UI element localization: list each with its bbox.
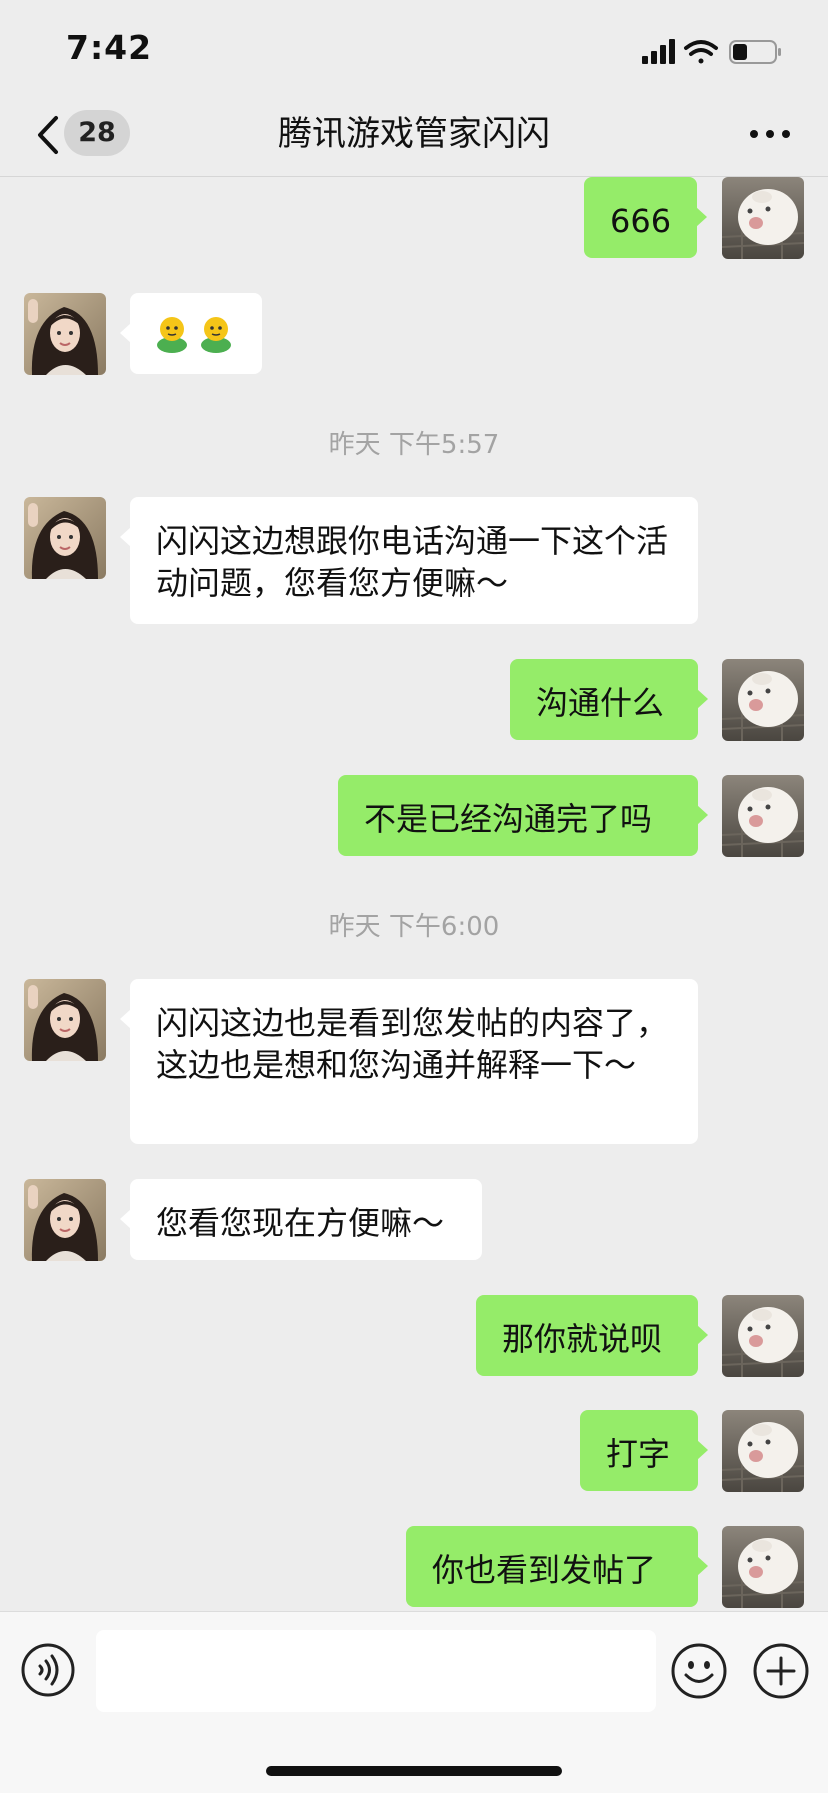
contact-avatar[interactable] (24, 293, 106, 375)
sticker-emoji-icon (156, 316, 232, 353)
message-bubble-incoming[interactable] (120, 293, 262, 374)
signal-icon (642, 39, 675, 64)
message-text: 沟通什么 (536, 684, 665, 722)
more-icon[interactable] (748, 124, 792, 144)
message-text: 打字 (606, 1435, 671, 1473)
self-avatar[interactable] (722, 177, 804, 259)
status-bar: 7:42 (0, 0, 828, 100)
status-icons (642, 39, 781, 64)
self-avatar[interactable] (722, 1526, 804, 1608)
message-text: 那你就说呗 (502, 1320, 663, 1358)
message-timestamp: 昨天 下午6:00 (328, 912, 500, 942)
message-bubble-incoming[interactable]: 闪闪这边想跟你电话沟通一下这个活动问题，您看您方便嘛～ (120, 497, 698, 624)
message-text: 不是已经沟通完了吗 (364, 800, 653, 838)
chat-title: 腾讯游戏管家闪闪 (278, 114, 550, 154)
message-bubble-incoming[interactable]: 闪闪这边也是看到您发帖的内容了，这边也是想和您沟通并解释一下～ (120, 979, 698, 1144)
self-avatar[interactable] (722, 1295, 804, 1377)
message-text: 您看您现在方便嘛～ (156, 1204, 445, 1242)
contact-avatar[interactable] (24, 497, 106, 579)
message-bubble-outgoing[interactable]: 你也看到发帖了 (406, 1526, 708, 1607)
message-bubble-outgoing[interactable]: 沟通什么 (510, 659, 708, 740)
message-bubble-outgoing[interactable]: 666 (584, 177, 707, 258)
message-text: 你也看到发帖了 (432, 1551, 657, 1589)
message-bubble-incoming[interactable]: 您看您现在方便嘛～ (120, 1179, 482, 1260)
home-indicator (266, 1766, 562, 1776)
battery-icon (729, 40, 781, 64)
chat-area[interactable]: 666 昨天 下午5:57 闪闪这边想跟你电话沟通一下这个活动问题，您看您方便嘛… (0, 177, 828, 1611)
message-bubble-outgoing[interactable]: 不是已经沟通完了吗 (338, 775, 708, 856)
self-avatar[interactable] (722, 775, 804, 857)
message-bubble-outgoing[interactable]: 打字 (580, 1410, 708, 1491)
input-bar (0, 1611, 828, 1793)
nav-bar: 28 腾讯游戏管家闪闪 (0, 100, 828, 177)
message-input[interactable] (96, 1630, 656, 1712)
emoji-icon[interactable] (670, 1642, 728, 1700)
self-avatar[interactable] (722, 1410, 804, 1492)
contact-avatar[interactable] (24, 979, 106, 1061)
wifi-icon (684, 40, 718, 64)
self-avatar[interactable] (722, 659, 804, 741)
plus-icon[interactable] (752, 1642, 810, 1700)
message-text: 闪闪这边也是看到您发帖的内容了，这边也是想和您沟通并解释一下～ (156, 1004, 669, 1084)
message-bubble-outgoing[interactable]: 那你就说呗 (476, 1295, 708, 1376)
message-timestamp: 昨天 下午5:57 (328, 430, 500, 460)
contact-avatar[interactable] (24, 1179, 106, 1261)
message-text: 666 (610, 202, 672, 240)
status-time: 7:42 (66, 28, 153, 67)
voice-icon[interactable] (20, 1642, 76, 1698)
message-text: 闪闪这边想跟你电话沟通一下这个活动问题，您看您方便嘛～ (156, 522, 669, 602)
